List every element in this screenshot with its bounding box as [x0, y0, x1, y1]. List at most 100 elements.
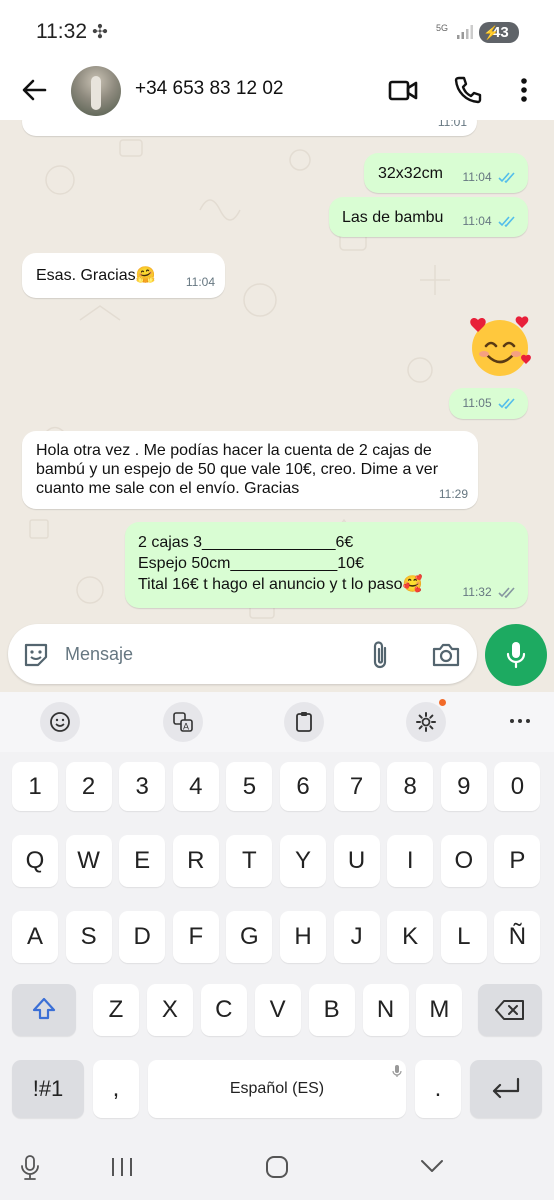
key-8[interactable]: 8: [387, 762, 434, 811]
voice-message-button[interactable]: [485, 624, 547, 686]
key-x[interactable]: X: [146, 984, 193, 1036]
attach-icon[interactable]: [368, 640, 392, 670]
space-key-label: Español (ES): [229, 1080, 325, 1097]
key-k[interactable]: K: [387, 911, 434, 963]
backspace-icon: [495, 1000, 524, 1020]
key-p[interactable]: P: [494, 835, 541, 887]
emoji-icon: [50, 712, 70, 732]
key-j[interactable]: J: [333, 911, 380, 963]
message-meta: 11:04: [463, 168, 518, 187]
key-i[interactable]: I: [387, 835, 434, 887]
key-n[interactable]: N: [362, 984, 409, 1036]
translate-button[interactable]: A: [163, 702, 203, 742]
key-f[interactable]: F: [172, 911, 219, 963]
back-arrow-icon[interactable]: [18, 74, 50, 106]
key-2[interactable]: 2: [65, 762, 112, 811]
contact-avatar[interactable]: [71, 66, 121, 116]
key-b[interactable]: B: [308, 984, 355, 1036]
contact-name[interactable]: +34 653 83 12 02: [135, 78, 283, 100]
space-key[interactable]: Español (ES): [148, 1060, 406, 1118]
key-q[interactable]: Q: [12, 835, 58, 887]
message-text-line: 2 cajas 3_______________6€: [138, 534, 354, 551]
message-input[interactable]: Mensaje: [65, 644, 133, 665]
message-meta: 11:04: [463, 212, 518, 231]
key-e[interactable]: E: [119, 835, 166, 887]
voice-input-icon[interactable]: [20, 1154, 40, 1182]
sticker-icon[interactable]: [22, 641, 50, 669]
message-time: 11:04: [462, 214, 492, 228]
keyboard-settings-button[interactable]: [406, 699, 446, 742]
message-bubble-outgoing[interactable]: 32x32cm 11:04: [364, 153, 528, 193]
hide-keyboard-icon[interactable]: [419, 1158, 445, 1174]
recent-apps-icon[interactable]: [110, 1156, 134, 1178]
message-time: 11:05: [462, 396, 492, 410]
shift-key[interactable]: [12, 984, 76, 1036]
message-meta: 11:32: [463, 583, 518, 602]
key-3[interactable]: 3: [119, 762, 166, 811]
keyboard: A 1234567890QWERTYUIOPASDFGHJKLÑZXCVBNM: [0, 692, 554, 1200]
backspace-key[interactable]: [478, 984, 542, 1036]
key-s[interactable]: S: [65, 911, 112, 963]
status-time: 11:32: [36, 20, 87, 43]
key-u[interactable]: U: [333, 835, 380, 887]
chat-area[interactable]: 11:01 32x32cm 11:04 Las de bambu 11:04 E…: [0, 120, 554, 692]
chat-header: +34 653 83 12 02: [0, 62, 554, 120]
key-r[interactable]: R: [172, 835, 219, 887]
video-call-icon[interactable]: [387, 74, 419, 106]
key-c[interactable]: C: [200, 984, 247, 1036]
pinwheel-icon: ✣: [92, 22, 108, 43]
enter-key[interactable]: [470, 1060, 542, 1118]
home-icon[interactable]: [264, 1155, 290, 1179]
navigation-bar: [0, 1136, 554, 1200]
enter-icon: [492, 1077, 520, 1099]
key-5[interactable]: 5: [226, 762, 273, 811]
message-text: 32x32cm: [378, 165, 443, 182]
message-bubble-incoming[interactable]: Esas. Gracias🤗 11:04: [22, 253, 225, 298]
key-4[interactable]: 4: [172, 762, 219, 811]
message-bubble-outgoing[interactable]: 2 cajas 3_______________6€ Espejo 50cm__…: [125, 522, 528, 608]
message-bubble-outgoing[interactable]: 11:05: [449, 388, 528, 419]
key-z[interactable]: Z: [93, 984, 139, 1036]
key-a[interactable]: A: [12, 911, 58, 963]
key-1[interactable]: 1: [12, 762, 58, 811]
key-9[interactable]: 9: [440, 762, 487, 811]
shift-icon: [32, 997, 56, 1020]
key-w[interactable]: W: [65, 835, 112, 887]
symbols-key[interactable]: !#1: [12, 1060, 84, 1118]
key-g[interactable]: G: [226, 911, 273, 963]
key-d[interactable]: D: [119, 911, 166, 963]
clipboard-button[interactable]: [284, 702, 324, 742]
emoji-button[interactable]: [40, 702, 80, 742]
key-ñ[interactable]: Ñ: [494, 911, 541, 963]
battery-icon: ⚡ 43: [479, 22, 519, 43]
more-options-icon[interactable]: [510, 74, 538, 106]
key-m[interactable]: M: [416, 984, 463, 1036]
message-text-line: Espejo 50cm____________10€: [138, 555, 364, 572]
message-bubble-partial[interactable]: 11:01: [22, 120, 477, 136]
status-bar: 11:32 ✣ 5G ⚡ 43: [0, 0, 554, 62]
key-l[interactable]: L: [440, 911, 487, 963]
translate-icon: A: [173, 712, 193, 732]
key-y[interactable]: Y: [280, 835, 326, 887]
key-0[interactable]: 0: [494, 762, 541, 811]
message-input-bar[interactable]: Mensaje: [8, 624, 477, 684]
smiling-face-with-hearts-emoji[interactable]: [466, 314, 534, 378]
camera-icon[interactable]: [431, 641, 461, 669]
key-6[interactable]: 6: [280, 762, 326, 811]
key-h[interactable]: H: [280, 911, 326, 963]
clipboard-icon: [296, 712, 312, 732]
charging-icon: ⚡: [483, 25, 500, 40]
comma-key[interactable]: ,: [93, 1060, 139, 1118]
key-7[interactable]: 7: [333, 762, 380, 811]
read-ticks-icon: [498, 216, 515, 228]
message-bubble-incoming[interactable]: Hola otra vez . Me podías hacer la cuent…: [22, 431, 478, 509]
key-t[interactable]: T: [226, 835, 273, 887]
key-v[interactable]: V: [254, 984, 301, 1036]
phone-call-icon[interactable]: [452, 74, 484, 106]
read-ticks-icon: [498, 172, 515, 184]
message-bubble-outgoing[interactable]: Las de bambu 11:04: [329, 197, 528, 237]
key-o[interactable]: O: [440, 835, 487, 887]
keyboard-toolbar: A: [0, 692, 554, 752]
period-key[interactable]: .: [415, 1060, 461, 1118]
more-tools-icon[interactable]: [509, 718, 531, 724]
